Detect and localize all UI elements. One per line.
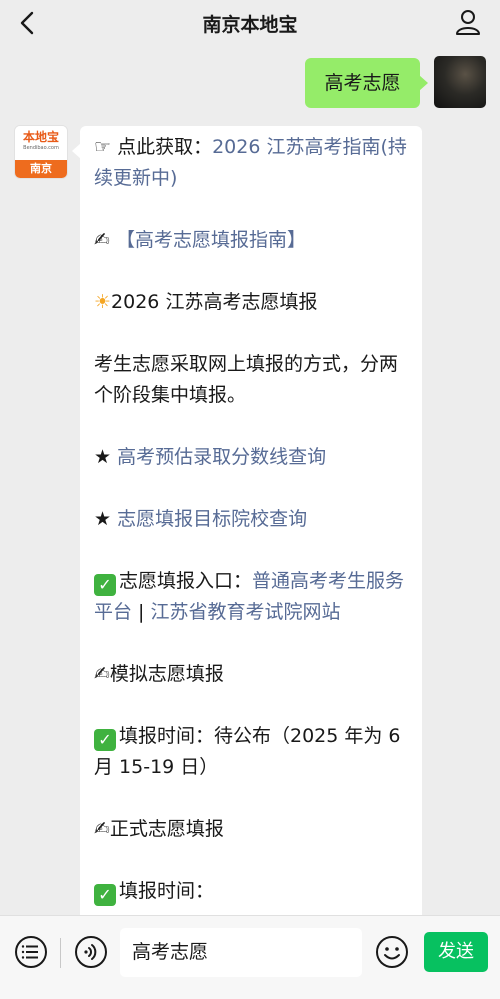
section-heading: ☀2026 江苏高考志愿填报 — [94, 287, 408, 318]
bendibao-logo: 本地宝 Bendibao.com — [15, 126, 67, 160]
score-line: ★ 高考预估录取分数线查询 — [94, 442, 408, 473]
mock-time-text: 填报时间：待公布（2025 年为 6 月 15-19 日） — [94, 725, 401, 778]
formal-time-text: 填报时间： — [119, 880, 215, 902]
star-icon: ★ — [94, 508, 112, 530]
mock-time-line: ✓ 填报时间：待公布（2025 年为 6 月 15-19 日） — [94, 721, 408, 783]
top-bar: 南京本地宝 — [0, 0, 500, 46]
writing-hand-icon: ✍ — [94, 229, 110, 251]
mock-heading-text: 模拟志愿填报 — [109, 663, 224, 685]
person-icon[interactable] — [454, 8, 482, 36]
bot-message-bubble: ☞ 点此获取：2026 江苏高考指南(持续更新中) ✍ 【高考志愿填报指南】 ☀… — [72, 126, 422, 915]
logo-url-text: Bendibao.com — [23, 145, 59, 151]
section-heading-text: 2026 江苏高考志愿填报 — [111, 291, 318, 313]
send-button[interactable]: 发送 — [424, 932, 488, 972]
message-input[interactable]: 高考志愿 — [120, 928, 362, 977]
intro-paragraph: 考生志愿采取网上填报的方式，分两个阶段集中填报。 — [94, 353, 399, 406]
volunteer-guide-link[interactable]: 【高考志愿填报指南】 — [116, 229, 306, 251]
formal-heading: ✍正式志愿填报 — [94, 814, 408, 845]
mock-heading: ✍模拟志愿填报 — [94, 659, 408, 690]
check-icon: ✓ — [94, 574, 116, 596]
chat-area[interactable]: 高考志愿 本地宝 Bendibao.com 南京 ☞ 点此获取：2026 江苏高… — [0, 46, 500, 915]
check-icon: ✓ — [94, 884, 116, 906]
writing-hand-icon: ✍ — [94, 663, 110, 685]
bot-avatar[interactable]: 本地宝 Bendibao.com 南京 — [15, 126, 67, 178]
school-link[interactable]: 志愿填报目标院校查询 — [117, 508, 307, 530]
sun-icon: ☀ — [94, 291, 112, 313]
volunteer-guide-line: ✍ 【高考志愿填报指南】 — [94, 225, 408, 256]
list-icon[interactable] — [13, 934, 49, 970]
divider — [60, 938, 61, 968]
exam-site-link[interactable]: 江苏省教育考试院网站 — [151, 601, 341, 623]
score-link[interactable]: 高考预估录取分数线查询 — [117, 446, 326, 468]
logo-brand-text: 本地宝 — [22, 130, 59, 144]
formal-heading-text: 正式志愿填报 — [109, 818, 224, 840]
school-line: ★ 志愿填报目标院校查询 — [94, 504, 408, 535]
entry-label: 志愿填报入口： — [119, 570, 253, 592]
writing-hand-icon: ✍ — [94, 818, 110, 840]
formal-time-line: ✓ 填报时间： — [94, 876, 408, 907]
voice-icon[interactable] — [73, 934, 109, 970]
check-icon: ✓ — [94, 729, 116, 751]
smile-icon[interactable] — [374, 934, 410, 970]
pointing-hand-text: ☞ 点此获取： — [94, 136, 213, 158]
input-bar: 高考志愿 发送 — [0, 915, 500, 999]
chat-title: 南京本地宝 — [202, 14, 298, 36]
entry-line: ✓ 志愿填报入口：普通高考考生服务平台 | 江苏省教育考试院网站 — [94, 566, 408, 628]
logo-city-text: 南京 — [15, 160, 67, 178]
user-message-bubble[interactable]: 高考志愿 — [305, 58, 428, 108]
guide-line: ☞ 点此获取：2026 江苏高考指南(持续更新中) — [94, 132, 408, 194]
link-separator: | — [132, 601, 151, 623]
star-icon: ★ — [94, 446, 112, 468]
user-avatar[interactable] — [434, 56, 486, 108]
